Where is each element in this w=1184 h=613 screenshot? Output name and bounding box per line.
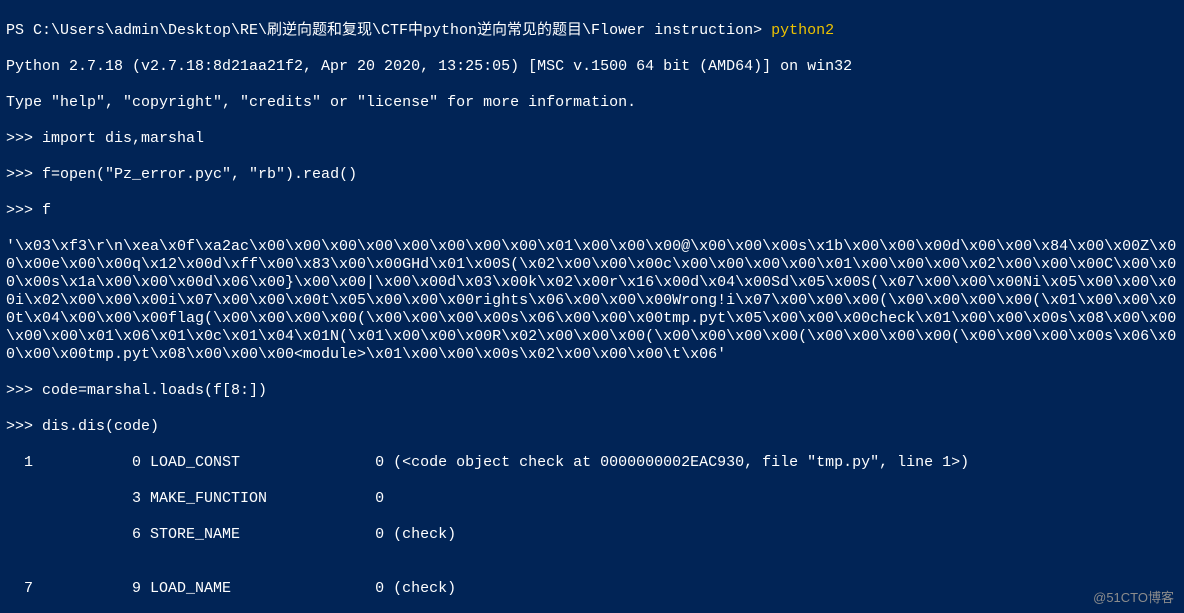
repl-prompt: >>> [6, 166, 42, 183]
dis-row: 3 MAKE_FUNCTION 0 [6, 490, 1178, 508]
dis-row: 1 0 LOAD_CONST 0 (<code object check at … [6, 454, 1178, 472]
ps-prompt: PS C:\Users\admin\Desktop\RE\刷逆向题和复现\CTF… [6, 22, 771, 39]
repl-input: dis.dis(code) [42, 418, 159, 435]
repl-line-open: >>> f=open("Pz_error.pyc", "rb").read() [6, 166, 1178, 184]
repl-line-import: >>> import dis,marshal [6, 130, 1178, 148]
repl-prompt: >>> [6, 418, 42, 435]
repl-line-marshal: >>> code=marshal.loads(f[8:]) [6, 382, 1178, 400]
repl-prompt: >>> [6, 382, 42, 399]
dis-row: 6 STORE_NAME 0 (check) [6, 526, 1178, 544]
repl-line-f: >>> f [6, 202, 1178, 220]
f-bytes-output: '\x03\xf3\r\n\xea\x0f\xa2ac\x00\x00\x00\… [6, 238, 1178, 364]
repl-prompt: >>> [6, 202, 42, 219]
python-banner-1: Python 2.7.18 (v2.7.18:8d21aa21f2, Apr 2… [6, 58, 1178, 76]
python-banner-2: Type "help", "copyright", "credits" or "… [6, 94, 1178, 112]
repl-line-dis: >>> dis.dis(code) [6, 418, 1178, 436]
dis-row: 7 9 LOAD_NAME 0 (check) [6, 580, 1178, 598]
repl-input: import dis,marshal [42, 130, 204, 147]
terminal-output[interactable]: PS C:\Users\admin\Desktop\RE\刷逆向题和复现\CTF… [0, 0, 1184, 613]
repl-input: f [42, 202, 51, 219]
watermark: @51CTO博客 [1093, 589, 1174, 607]
repl-input: f=open("Pz_error.pyc", "rb").read() [42, 166, 357, 183]
ps-prompt-line: PS C:\Users\admin\Desktop\RE\刷逆向题和复现\CTF… [6, 22, 1178, 40]
repl-prompt: >>> [6, 130, 42, 147]
typed-command: python2 [771, 22, 834, 39]
repl-input: code=marshal.loads(f[8:]) [42, 382, 267, 399]
